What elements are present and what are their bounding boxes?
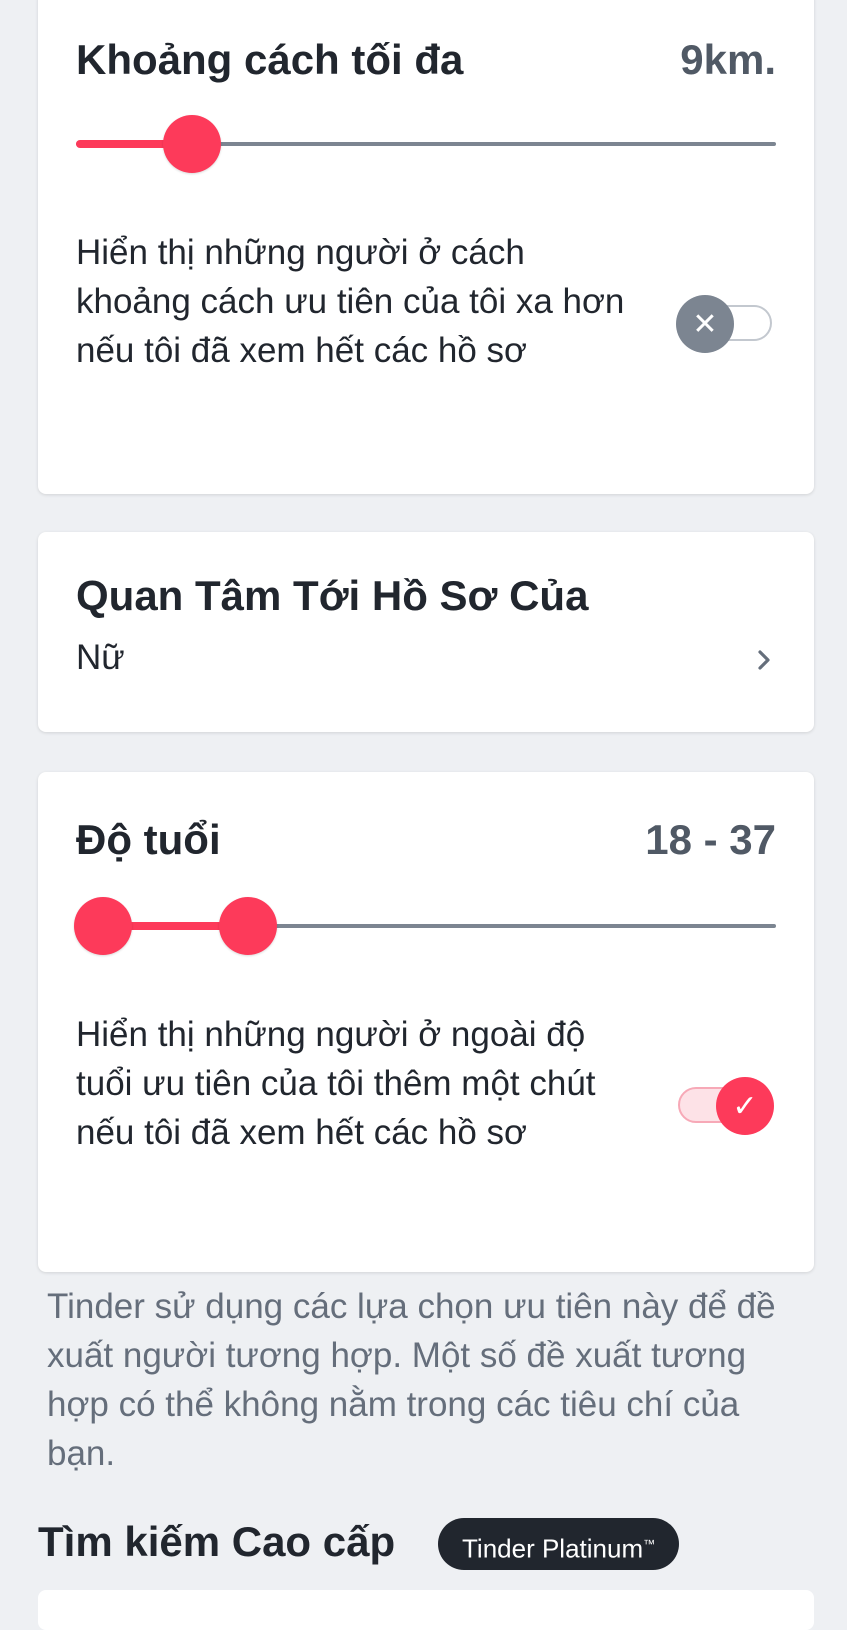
distance-card: Khoảng cách tối đa 9km. Hiển thị những n… bbox=[38, 0, 814, 494]
preferences-note: Tinder sử dụng các lựa chọn ưu tiên này … bbox=[47, 1287, 776, 1473]
chevron-right-icon[interactable] bbox=[752, 648, 776, 672]
age-slider-min-thumb[interactable] bbox=[74, 897, 132, 955]
distance-expand-toggle[interactable]: ✕ bbox=[676, 295, 772, 353]
age-slider[interactable] bbox=[74, 897, 776, 955]
distance-slider-thumb[interactable] bbox=[162, 115, 221, 173]
badge-label: Tinder Platinum bbox=[462, 1533, 644, 1564]
interest-title: Quan Tâm Tới Hồ Sơ Của bbox=[76, 572, 589, 619]
age-value: 18 - 37 bbox=[645, 816, 776, 863]
age-slider-max-thumb[interactable] bbox=[219, 897, 277, 955]
age-expand-toggle[interactable]: ✓ bbox=[678, 1077, 774, 1135]
interest-value: Nữ bbox=[76, 638, 125, 677]
interest-card[interactable]: Quan Tâm Tới Hồ Sơ Của Nữ bbox=[38, 532, 814, 732]
distance-value: 9km. bbox=[680, 36, 776, 83]
age-toggle-text: Hiển thị những người ở ngoài độ tuổi ưu … bbox=[76, 1015, 596, 1152]
tinder-platinum-badge: Tinder Platinum™ bbox=[438, 1518, 680, 1570]
check-icon: ✓ bbox=[716, 1077, 774, 1135]
advanced-search-card bbox=[38, 1590, 814, 1630]
distance-toggle-text: Hiển thị những người ở cách khoảng cách … bbox=[76, 233, 625, 370]
x-icon: ✕ bbox=[676, 295, 734, 353]
distance-slider[interactable] bbox=[76, 115, 776, 173]
age-title: Độ tuổi bbox=[76, 816, 221, 863]
badge-trademark: ™ bbox=[643, 1537, 656, 1551]
age-card: Độ tuổi 18 - 37 Hiển thị những người ở n… bbox=[38, 772, 814, 1272]
distance-title: Khoảng cách tối đa bbox=[76, 36, 464, 83]
advanced-search-title: Tìm kiếm Cao cấp bbox=[38, 1518, 396, 1565]
